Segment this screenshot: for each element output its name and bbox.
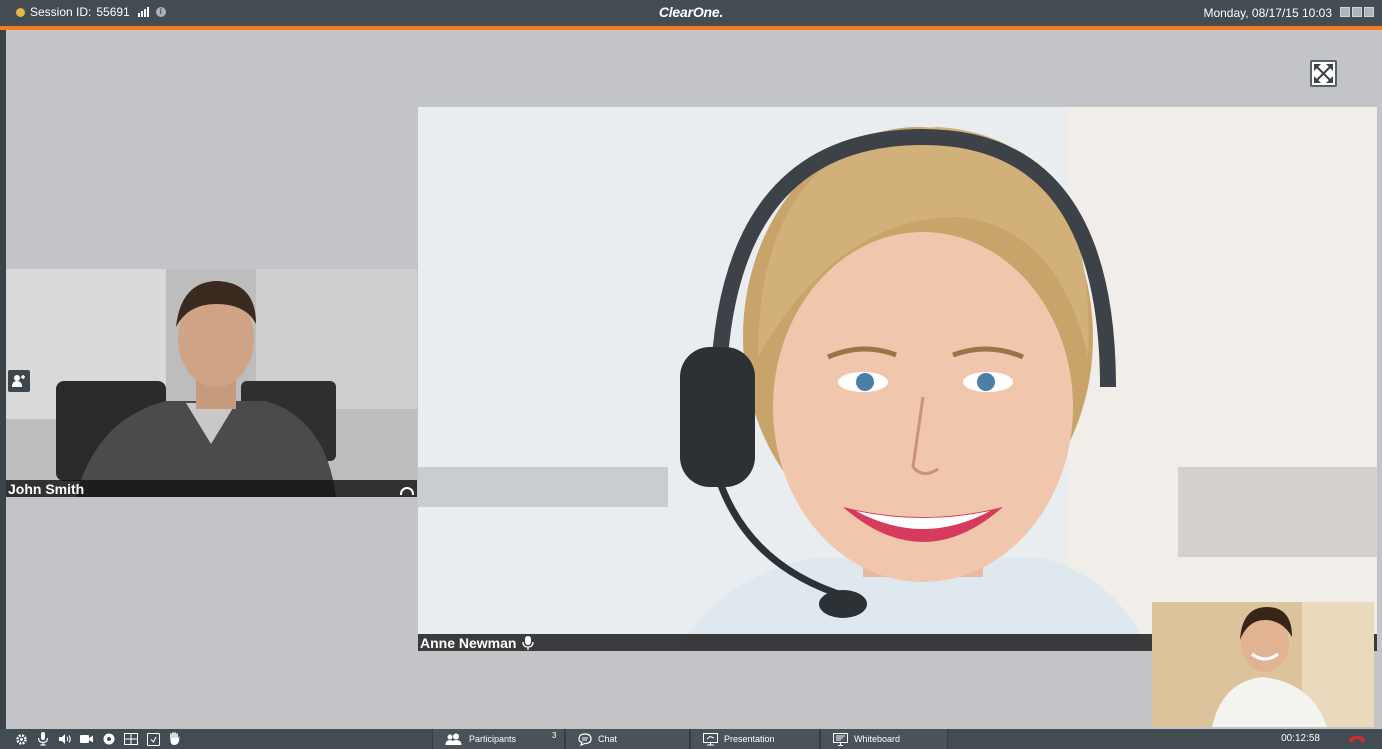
- date-time: Monday, 08/17/15 10:03: [1203, 6, 1332, 20]
- video-feed-john: [6, 269, 417, 497]
- participant-name: Anne Newman: [420, 634, 517, 651]
- participant-count-badge: 3: [552, 731, 557, 740]
- add-user-icon: [12, 375, 25, 387]
- bottom-toolbar: Participants 3 Chat Presentation Whitebo…: [0, 729, 1382, 749]
- app-logo: ClearOne.: [658, 4, 724, 20]
- video-tile-anne[interactable]: Anne Newman: [418, 107, 1377, 651]
- tab-participants[interactable]: Participants: [432, 729, 565, 749]
- call-timer: 00:12:58: [1281, 733, 1320, 744]
- presentation-icon: [703, 732, 718, 745]
- participant-name-bar: John Smith: [6, 480, 417, 497]
- add-participant-button[interactable]: [8, 370, 30, 392]
- fullscreen-button[interactable]: [1310, 60, 1337, 87]
- call-controls: [14, 732, 182, 746]
- participants-icon: [445, 733, 462, 745]
- tab-presentation[interactable]: Presentation: [690, 729, 820, 749]
- layout-icon[interactable]: [124, 732, 138, 746]
- participant-name: John Smith: [8, 480, 85, 497]
- maximize-icon[interactable]: [1352, 7, 1362, 17]
- title-bar: Session ID: 55691 i ClearOne. Monday, 08…: [0, 0, 1382, 30]
- end-call-button[interactable]: [1348, 735, 1366, 744]
- whiteboard-icon: [833, 732, 848, 746]
- tab-whiteboard[interactable]: Whiteboard: [820, 729, 948, 749]
- video-tile-john[interactable]: John Smith: [6, 269, 417, 497]
- microphone-active-icon: [522, 635, 535, 650]
- tab-label: Whiteboard: [854, 734, 901, 744]
- tab-chat[interactable]: Chat: [565, 729, 690, 749]
- tab-label: Chat: [598, 734, 618, 744]
- expand-icon: [1314, 64, 1333, 83]
- video-feed-anne: [418, 107, 1377, 651]
- settings-icon[interactable]: [14, 732, 28, 746]
- chat-icon: [578, 732, 592, 746]
- record-icon[interactable]: [102, 732, 116, 746]
- speaker-icon[interactable]: [58, 732, 72, 746]
- hang-up-icon: [1349, 736, 1365, 742]
- self-view-feed: [1152, 602, 1374, 727]
- camera-icon[interactable]: [80, 732, 94, 746]
- minimize-icon[interactable]: [1340, 7, 1350, 17]
- disconnect-icon[interactable]: [400, 487, 414, 495]
- self-view-tile[interactable]: [1152, 602, 1374, 727]
- raise-hand-icon[interactable]: [168, 732, 182, 746]
- window-controls: [1340, 7, 1374, 17]
- microphone-icon[interactable]: [36, 732, 50, 746]
- tab-label: Participants: [469, 734, 517, 744]
- share-screen-icon[interactable]: [146, 732, 160, 746]
- tab-label: Presentation: [724, 734, 775, 744]
- close-icon[interactable]: [1364, 7, 1374, 17]
